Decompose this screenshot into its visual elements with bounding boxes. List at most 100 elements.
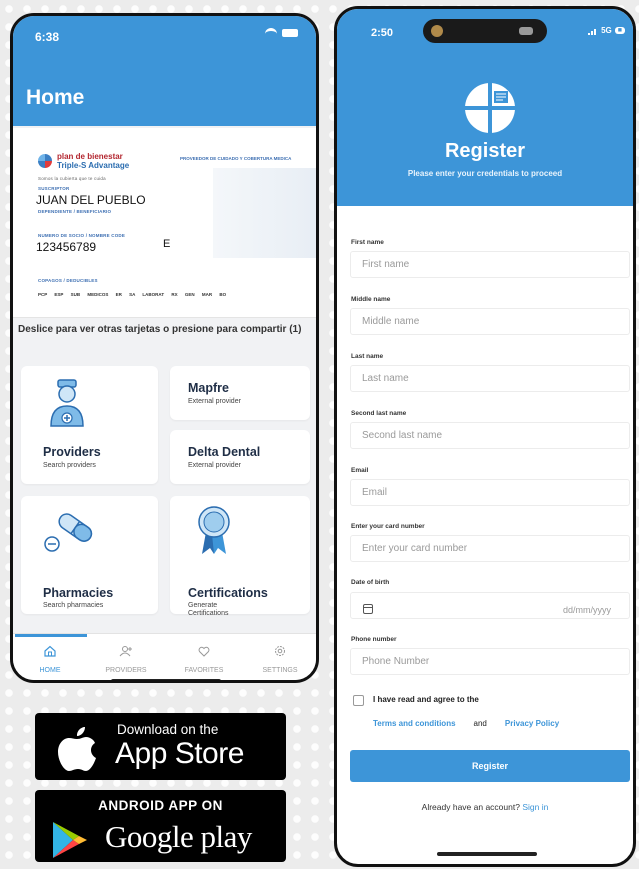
member-card[interactable]: plan de bienestar Triple-S Advantage PRO… [13, 128, 316, 318]
card-watermark [213, 168, 316, 258]
first-name-label: First name [351, 239, 384, 246]
google-play-badge[interactable]: ANDROID APP ON Google play [35, 790, 286, 862]
date-of-birth-label: Date of birth [351, 579, 390, 586]
swipe-hint: Deslice para ver otras tarjetas o presio… [18, 324, 302, 335]
middle-name-label: Middle name [351, 296, 391, 303]
second-last-name-label: Second last name [351, 410, 407, 417]
date-of-birth-placeholder: dd/mm/yyyy [562, 605, 611, 615]
second-last-name-input[interactable] [350, 422, 630, 449]
apple-logo-icon [58, 727, 96, 771]
card-id-label: NUMERO DE SOCIO / NOMBRE CODE [38, 233, 126, 238]
nav-item-settings[interactable]: SETTINGS [245, 644, 315, 674]
doctor-icon [50, 379, 84, 427]
terms-checkbox[interactable] [353, 695, 364, 706]
nav-item-favorites[interactable]: FAVORITES [169, 644, 239, 674]
nav-item-providers[interactable]: PROVIDERS [91, 644, 161, 674]
google-play-small-text: ANDROID APP ON [98, 798, 223, 813]
mapfre-tile[interactable]: Mapfre External provider [170, 366, 310, 420]
card-brand: plan de bienestar Triple-S Advantage [57, 152, 129, 170]
island-avatar [431, 25, 443, 37]
card-suffix: E [163, 238, 171, 250]
nav-active-indicator [15, 634, 87, 637]
pill-icon [44, 513, 93, 552]
delta-dental-tile-title: Delta Dental [188, 445, 261, 459]
status-icons [265, 28, 298, 37]
sign-in-link[interactable]: Sign in [522, 802, 548, 812]
status-time: 6:38 [35, 30, 60, 44]
card-copay-row: PCP ESP SUB MEDICOS ER SA LABORAT RX GEN… [38, 292, 227, 297]
email-input[interactable] [350, 479, 630, 506]
register-title: Register [444, 140, 526, 162]
phone-number-input[interactable] [350, 648, 630, 675]
home-indicator [111, 679, 221, 680]
register-phone-frame: 2:50 5G ■ Register Please enter your cre… [334, 6, 636, 867]
register-subtitle: Please enter your credentials to proceed [407, 169, 563, 178]
providers-tile-title: Providers [43, 445, 101, 459]
app-store-small-text: Download on the [117, 722, 219, 737]
terms-row: Terms and conditions and Privacy Policy [373, 719, 559, 728]
first-name-input[interactable] [350, 251, 630, 278]
and-text: and [473, 719, 487, 728]
card-number-input[interactable] [350, 535, 630, 562]
dynamic-island [423, 19, 547, 43]
register-header: 2:50 5G ■ Register Please enter your cre… [337, 9, 633, 206]
app-store-big-text: App Store [115, 737, 244, 770]
page-title: Home [26, 86, 85, 109]
home-indicator [437, 852, 537, 856]
delta-dental-tile-subtitle: External provider [188, 462, 241, 469]
mapfre-tile-title: Mapfre [188, 381, 229, 395]
card-name-label: SUSCRIPTOR [38, 186, 70, 191]
card-copay-label: COPAGOS / DEDUCIBLES [38, 278, 98, 283]
app-store-badge[interactable]: Download on the App Store [35, 713, 286, 780]
battery-icon [282, 28, 298, 37]
privacy-policy-link[interactable]: Privacy Policy [505, 719, 559, 728]
google-play-big-text: Google play [105, 819, 252, 854]
last-name-label: Last name [351, 353, 384, 360]
card-right-header: PROVEEDOR DE CUIDADO Y COBERTURA MEDICA [180, 156, 292, 161]
google-play-logo-icon [53, 822, 87, 858]
providers-icon [119, 646, 132, 657]
gear-icon [275, 646, 285, 656]
bottom-nav: HOME PROVIDERS FAVORITES SETTINGS [13, 633, 316, 680]
last-name-input[interactable] [350, 365, 630, 392]
certifications-tile-subtitle: Generate Certifications [188, 602, 229, 617]
terms-link[interactable]: Terms and conditions [373, 719, 456, 728]
nav-item-home[interactable]: HOME [15, 644, 85, 674]
pharmacies-tile-subtitle: Search pharmacies [43, 602, 104, 609]
providers-tile-subtitle: Search providers [43, 462, 96, 469]
home-phone-frame: 6:38 Home plan de bienestar Triple-S Adv… [10, 13, 319, 683]
card-brand-line1: plan de bienestar [57, 152, 123, 161]
home-icon [44, 645, 56, 657]
card-tagline: Somos la cubierta que te cuida [38, 176, 106, 181]
home-header: 6:38 Home [13, 16, 316, 126]
network-type: 5G [601, 26, 612, 35]
battery-icon: ■ [614, 27, 625, 34]
card-number-label: Enter your card number [351, 523, 425, 530]
card-member-name: JUAN DEL PUEBLO [36, 193, 146, 207]
nav-providers-label: PROVIDERS [105, 667, 147, 674]
award-ribbon-icon [198, 506, 230, 554]
already-have-account-text: Already have an account? [421, 802, 520, 812]
nav-favorites-label: FAVORITES [184, 667, 224, 674]
nav-settings-label: SETTINGS [262, 667, 298, 674]
email-label: Email [351, 467, 369, 474]
signal-icon [588, 28, 597, 35]
certifications-tile[interactable]: Certifications Generate Certifications [170, 496, 310, 617]
card-member-id: 123456789 [36, 240, 97, 254]
calendar-icon[interactable] [362, 604, 373, 614]
pharmacies-tile[interactable]: Pharmacies Search pharmacies [21, 496, 158, 614]
middle-name-input[interactable] [350, 308, 630, 335]
wifi-icon [265, 28, 277, 37]
delta-dental-tile[interactable]: Delta Dental External provider [170, 430, 310, 484]
certifications-tile-title: Certifications [188, 586, 268, 600]
island-indicator [519, 27, 533, 35]
status-time: 2:50 [371, 27, 394, 39]
network-status: 5G ■ [588, 26, 625, 35]
card-brand-line2: Triple-S Advantage [57, 161, 130, 170]
register-button[interactable]: Register [350, 750, 630, 782]
mapfre-tile-subtitle: External provider [188, 398, 241, 405]
heart-icon [198, 646, 210, 657]
agree-text: I have read and agree to the [373, 695, 479, 704]
providers-tile[interactable]: Providers Search providers [21, 366, 158, 484]
app-logo-icon [465, 83, 515, 133]
